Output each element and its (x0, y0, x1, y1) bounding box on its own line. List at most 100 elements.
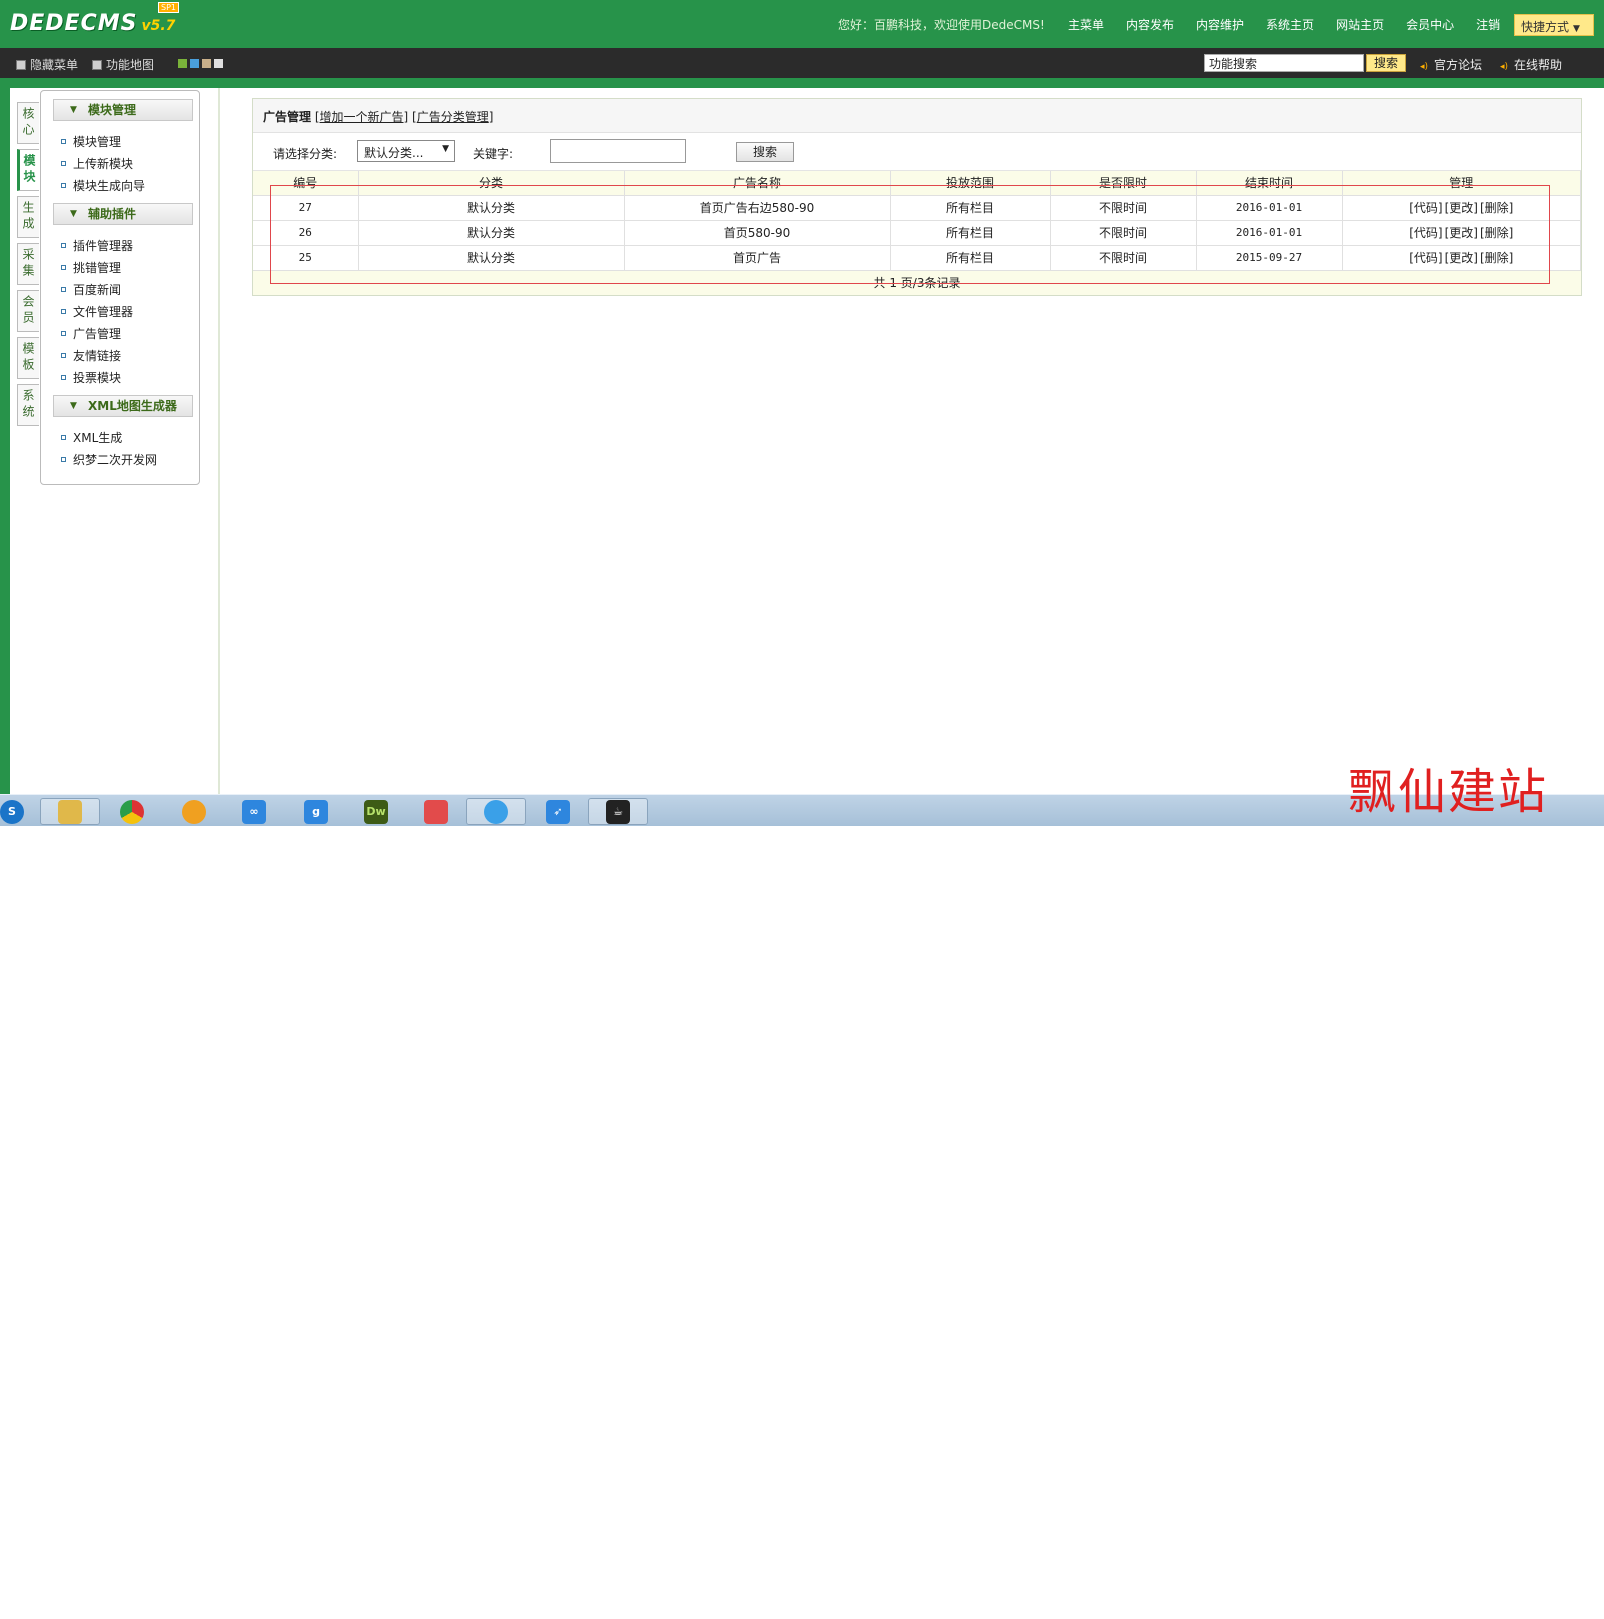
tab-system[interactable]: 系统 (17, 384, 39, 426)
taskbar-feiyu[interactable]: ➶ (528, 798, 588, 825)
code-link[interactable]: [代码] (1409, 251, 1442, 265)
skin-swatch-blue[interactable] (190, 59, 199, 68)
ad-category-link[interactable]: 广告分类管理 (417, 110, 489, 124)
nav-main-menu[interactable]: 主菜单 (1068, 16, 1104, 33)
watermark-text: 飘仙建站 (1348, 764, 1549, 820)
bullet-icon (61, 161, 66, 166)
chevron-down-icon: ▼ (70, 401, 77, 411)
column-header: 是否限时 (1050, 171, 1197, 196)
cell-time-limit: 不限时间 (1050, 195, 1197, 221)
table-header-row: 编号 分类 广告名称 投放范围 是否限时 结束时间 管理 (253, 171, 1581, 196)
group-xml-sitemap[interactable]: ▼ XML地图生成器 (53, 395, 193, 417)
sidebar-item-file-manager[interactable]: 文件管理器 (61, 303, 133, 320)
sidebar-item-plugin-manager[interactable]: 插件管理器 (61, 237, 133, 254)
menu-icon (16, 59, 26, 70)
sidebar-item-baidu-news[interactable]: 百度新闻 (61, 281, 121, 298)
panel-header: 广告管理 [增加一个新广告] [广告分类管理] (253, 99, 1581, 133)
official-forum-link[interactable]: ◂) 官方论坛 (1420, 56, 1482, 73)
taskbar-media[interactable]: ☕ (588, 798, 648, 825)
top-header: DEDECMS v5.7 SP1 您好：百鹏科技，欢迎使用DedeCMS! 主菜… (0, 0, 1604, 48)
skin-swatch-gray[interactable] (214, 59, 223, 68)
tab-template[interactable]: 模板 (17, 337, 39, 379)
system-tray[interactable] (1344, 1595, 1604, 1619)
dreamweaver-icon: Dw (364, 799, 388, 824)
sidebar-item-module-manage[interactable]: 模块管理 (61, 133, 121, 150)
green-strip (0, 78, 1604, 88)
quick-menu-label: 快捷方式 (1521, 20, 1570, 34)
hide-menu-button[interactable]: 隐藏菜单 (16, 56, 78, 73)
chevron-down-icon: ▼ (70, 105, 77, 115)
tab-generate[interactable]: 生成 (17, 196, 39, 238)
edit-link[interactable]: [更改] (1445, 251, 1478, 265)
nav-system-home[interactable]: 系统主页 (1266, 16, 1314, 33)
skin-swatch-tan[interactable] (202, 59, 211, 68)
folder-icon (58, 799, 82, 824)
signal-icon: ◂) (1420, 62, 1429, 72)
taskbar-baidu-input[interactable]: g (286, 798, 346, 825)
add-ad-link[interactable]: 增加一个新广告 (320, 110, 404, 124)
delete-link[interactable]: [删除] (1480, 251, 1513, 265)
quick-menu-button[interactable]: 快捷方式 ▼ (1514, 14, 1594, 36)
function-search-button[interactable]: 搜索 (1366, 54, 1406, 72)
taskbar-chrome[interactable] (102, 798, 162, 825)
sidebar-item-vote[interactable]: 投票模块 (61, 369, 121, 386)
delete-link[interactable]: [删除] (1480, 226, 1513, 240)
code-link[interactable]: [代码] (1409, 226, 1442, 240)
sidebar-item-dev-site[interactable]: 织梦二次开发网 (61, 451, 157, 468)
tab-module[interactable]: 模块 (17, 149, 39, 191)
nav-content-manage[interactable]: 内容维护 (1196, 16, 1244, 33)
keyword-input[interactable] (550, 139, 686, 163)
taskbar-browser[interactable] (466, 798, 526, 825)
function-map-label: 功能地图 (106, 58, 155, 72)
category-select-value: 默认分类... (364, 146, 424, 160)
group-module-manage[interactable]: ▼ 模块管理 (53, 99, 193, 121)
edit-link[interactable]: [更改] (1445, 201, 1478, 215)
taskbar-sogou[interactable] (164, 798, 224, 825)
dedecms-logo[interactable]: DEDECMS v5.7 SP1 (10, 2, 179, 36)
toolbar: 隐藏菜单 功能地图 搜索 ◂) 官方论坛 ◂) 在线帮助 (0, 48, 1604, 78)
nav-site-home[interactable]: 网站主页 (1336, 16, 1384, 33)
taskbar-notepad[interactable] (406, 798, 466, 825)
start-orb[interactable]: S (0, 798, 32, 825)
group-plugins[interactable]: ▼ 辅助插件 (53, 203, 193, 225)
bullet-icon (61, 243, 66, 248)
skin-swatch-green[interactable] (178, 59, 187, 68)
sidebar-item-xml-generate[interactable]: XML生成 (61, 429, 122, 446)
tab-core[interactable]: 核心 (17, 102, 39, 144)
cell-ad-name: 首页580-90 (624, 220, 891, 246)
cell-id: 25 (253, 245, 359, 271)
sidebar-item-error-manage[interactable]: 挑错管理 (61, 259, 121, 276)
function-map-button[interactable]: 功能地图 (92, 56, 154, 73)
function-search-input[interactable] (1204, 54, 1364, 72)
sidebar-item-upload-module[interactable]: 上传新模块 (61, 155, 133, 172)
brand-text: DEDECMS (10, 11, 138, 36)
tab-member[interactable]: 会员 (17, 290, 39, 332)
cell-end-date: 2016-01-01 (1196, 195, 1343, 221)
sidebar-item-label: 模块管理 (73, 135, 122, 149)
cell-id: 27 (253, 195, 359, 221)
nav-logout[interactable]: 注销 (1476, 16, 1500, 33)
sidebar-item-friend-links[interactable]: 友情链接 (61, 347, 121, 364)
tab-collect[interactable]: 采集 (17, 243, 39, 285)
top-nav: 主菜单 内容发布 内容维护 系统主页 网站主页 会员中心 注销 (1068, 16, 1522, 33)
nav-member-center[interactable]: 会员中心 (1406, 16, 1454, 33)
search-button[interactable]: 搜索 (736, 142, 794, 162)
sidebar-item-label: 投票模块 (73, 371, 122, 385)
taskbar-dreamweaver[interactable]: Dw (346, 798, 406, 825)
code-link[interactable]: [代码] (1409, 201, 1442, 215)
sidebar-panel: ▼ 模块管理 模块管理 上传新模块 模块生成向导 ▼ 辅助插件 插件管理器 挑错管理… (40, 90, 200, 485)
nav-publish[interactable]: 内容发布 (1126, 16, 1174, 33)
cell-actions: [代码] [更改] [删除] (1342, 220, 1581, 246)
taskbar-explorer[interactable] (40, 798, 100, 825)
chevron-down-icon: ▼ (442, 144, 449, 154)
cell-ad-name: 首页广告 (624, 245, 891, 271)
edit-link[interactable]: [更改] (1445, 226, 1478, 240)
keyword-label: 关键字: (473, 147, 514, 161)
sidebar-item-ad-manage[interactable]: 广告管理 (61, 325, 121, 342)
delete-link[interactable]: [删除] (1480, 201, 1513, 215)
sidebar-item-module-wizard[interactable]: 模块生成向导 (61, 177, 145, 194)
category-select[interactable]: 默认分类... ▼ (357, 140, 455, 162)
taskbar-network[interactable]: ∞ (224, 798, 284, 825)
category-label: 请选择分类: (273, 147, 338, 161)
online-help-link[interactable]: ◂) 在线帮助 (1500, 56, 1562, 73)
